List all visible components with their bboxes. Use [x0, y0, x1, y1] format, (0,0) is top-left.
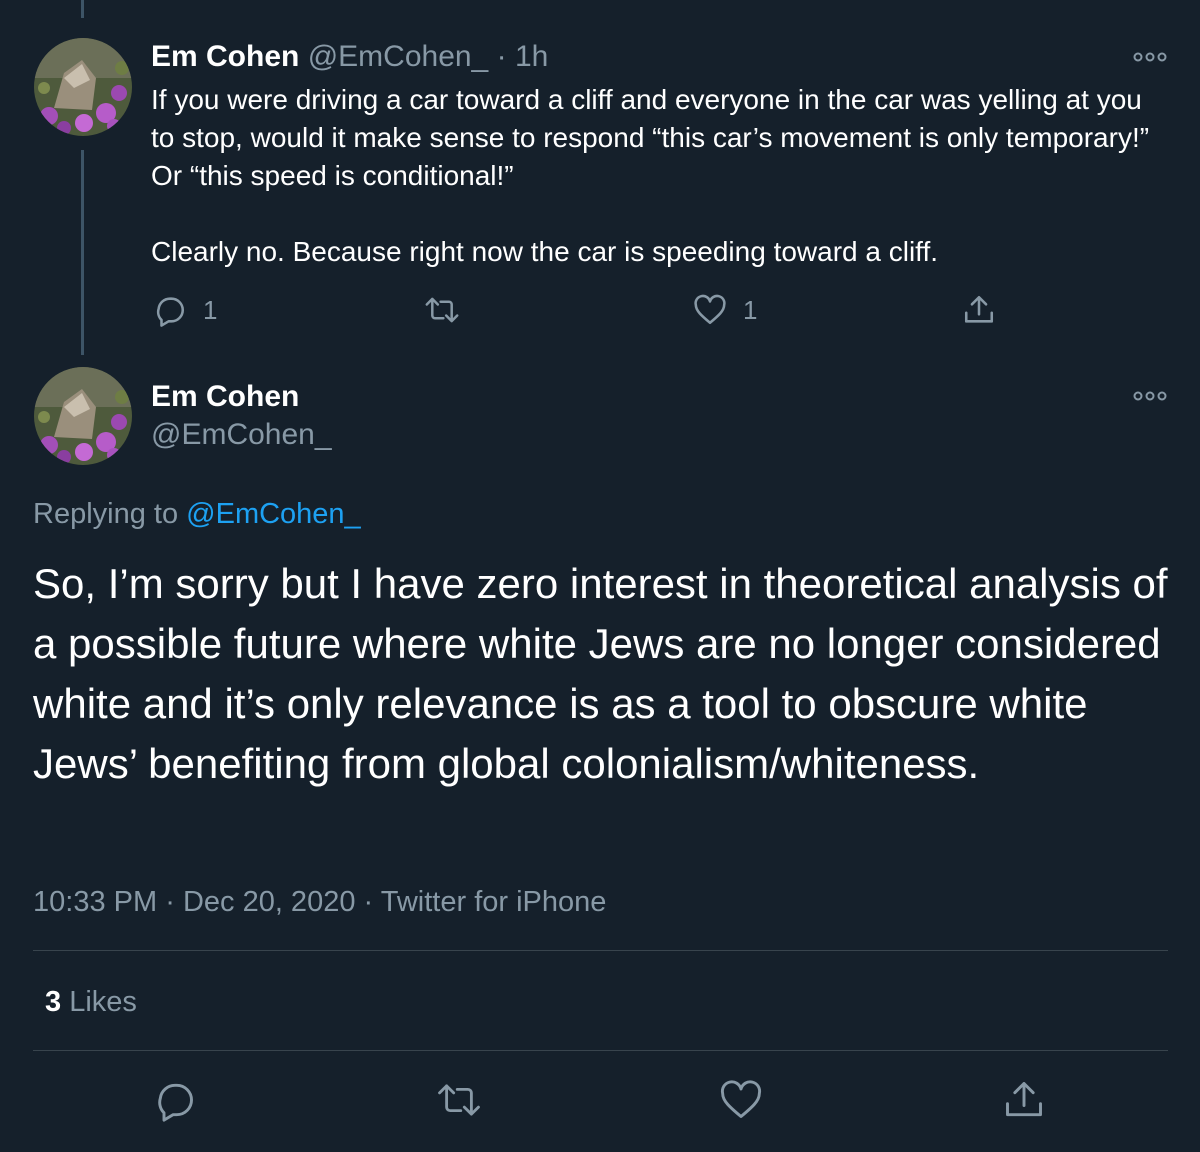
like-count: 1 — [743, 294, 758, 325]
tweet-source[interactable]: Twitter for iPhone — [381, 886, 607, 918]
retweet-button[interactable] — [436, 1078, 480, 1122]
divider — [33, 950, 1168, 951]
reply-icon — [158, 1083, 193, 1122]
tweet1-text: If you were driving a car toward a cliff… — [151, 81, 1161, 271]
tweet-meta: 10:33 PM · Dec 20, 2020 · Twitter for iP… — [33, 883, 606, 921]
avatar[interactable] — [34, 367, 132, 465]
divider — [33, 1050, 1168, 1051]
meta-separator: · — [363, 886, 374, 918]
header-separator: · — [496, 40, 507, 73]
share-icon — [1006, 1082, 1042, 1117]
reply-button[interactable] — [153, 1078, 197, 1122]
likes-count: 3 — [45, 986, 62, 1018]
replying-to-link[interactable]: @EmCohen_ — [186, 498, 361, 530]
author-handle[interactable]: @EmCohen_ — [151, 416, 332, 454]
avatar[interactable] — [34, 38, 132, 136]
like-button[interactable] — [719, 1078, 763, 1122]
retweet-icon — [438, 1084, 480, 1116]
reply-count: 1 — [203, 294, 218, 325]
replying-to: Replying to @EmCohen_ — [33, 495, 361, 533]
likes-label: Likes — [69, 986, 137, 1018]
more-icon[interactable] — [1133, 50, 1167, 64]
retweet-button[interactable] — [424, 290, 460, 330]
tweet1-header: Em Cohen @EmCohen_ · 1h — [151, 38, 548, 76]
tweet-text: So, I’m sorry but I have zero interest i… — [33, 560, 1168, 787]
thread-line-top — [81, 0, 84, 18]
share-button[interactable] — [962, 290, 996, 330]
author-name[interactable]: Em Cohen — [151, 378, 299, 416]
tweet-time[interactable]: 10:33 PM — [33, 886, 157, 918]
reply-icon — [156, 297, 184, 327]
share-button[interactable] — [1002, 1078, 1046, 1122]
tweet1-paragraph-2: Clearly no. Because right now the car is… — [151, 236, 939, 267]
tweet1-paragraph-1: If you were driving a car toward a cliff… — [151, 84, 1150, 191]
tweet-date[interactable]: Dec 20, 2020 — [183, 886, 356, 918]
like-icon — [694, 294, 726, 325]
likes-summary[interactable]: 3 Likes — [45, 983, 137, 1021]
author-handle[interactable]: @EmCohen_ — [308, 40, 489, 73]
like-icon — [720, 1080, 762, 1118]
share-icon — [964, 295, 994, 323]
tweet-time[interactable]: 1h — [515, 40, 548, 73]
reply-button[interactable]: 1 — [153, 290, 217, 330]
retweet-icon — [425, 297, 459, 323]
like-button[interactable]: 1 — [693, 290, 757, 330]
thread-line — [81, 150, 84, 355]
replying-label: Replying to — [33, 498, 179, 530]
more-icon[interactable] — [1133, 389, 1167, 403]
meta-separator: · — [165, 886, 175, 918]
author-name[interactable]: Em Cohen — [151, 40, 299, 73]
